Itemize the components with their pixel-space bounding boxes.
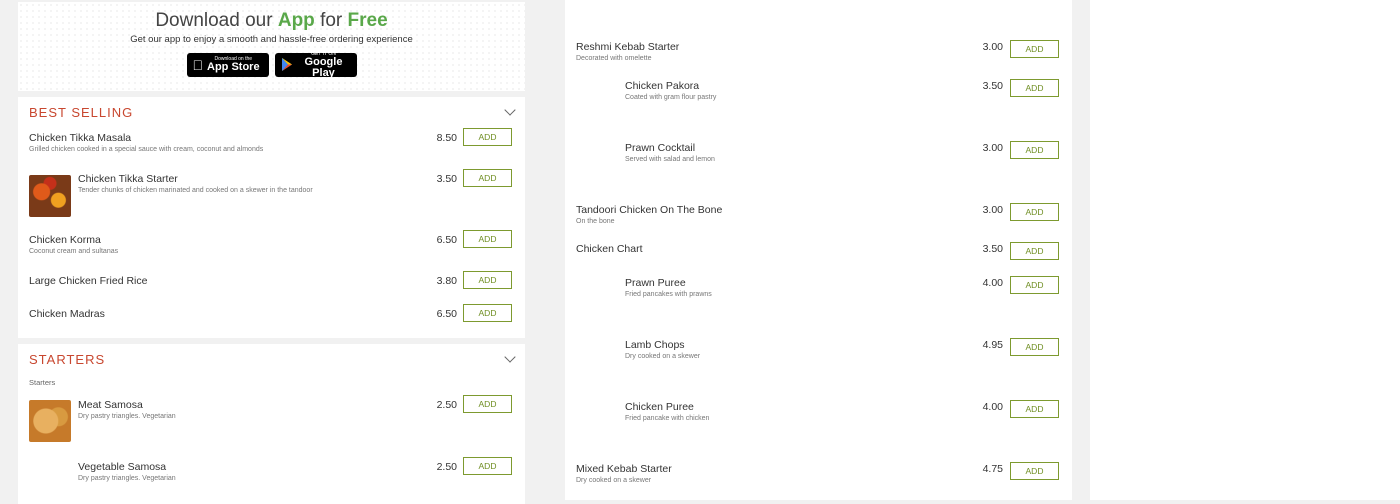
add-button[interactable]: ADD (463, 395, 512, 413)
app-store-button[interactable]:  Download on the App Store (186, 53, 269, 77)
item-price: 3.50 (982, 243, 1003, 255)
item-price: 3.00 (982, 41, 1003, 53)
item-price: 4.00 (982, 401, 1003, 413)
add-button[interactable]: ADD (463, 169, 512, 187)
banner-title: Download our App for Free (155, 10, 388, 31)
right-panel (1090, 0, 1400, 500)
right-column: Reshmi Kebab Starter Decorated with omel… (565, 0, 1072, 500)
item-name: Tandoori Chicken On The Bone (576, 204, 723, 216)
item-desc: On the bone (576, 218, 615, 225)
item-name: Chicken Puree (625, 401, 694, 413)
item-desc: Coconut cream and sultanas (29, 248, 119, 255)
item-price: 4.95 (982, 339, 1003, 351)
banner-subtitle: Get our app to enjoy a smooth and hassle… (130, 34, 413, 45)
add-button[interactable]: ADD (1010, 338, 1059, 356)
add-button[interactable]: ADD (1010, 79, 1059, 97)
apple-icon:  (193, 58, 204, 72)
item-price: 3.80 (436, 275, 457, 287)
item-desc: Dry cooked on a skewer (625, 353, 701, 360)
best-selling-section: BEST SELLING Chicken Tikka Masala Grille… (18, 97, 525, 338)
left-column: Download our App for Free Get our app to… (18, 0, 525, 504)
add-button[interactable]: ADD (463, 457, 512, 475)
item-price: 3.00 (982, 142, 1003, 154)
item-price: 4.00 (982, 277, 1003, 289)
item-name: Chicken Pakora (625, 80, 700, 92)
chevron-down-icon[interactable] (504, 104, 516, 116)
app-download-banner: Download our App for Free Get our app to… (18, 2, 525, 91)
add-button[interactable]: ADD (463, 304, 512, 322)
item-desc: Fried pancake with chicken (625, 415, 710, 422)
add-button[interactable]: ADD (1010, 141, 1059, 159)
item-desc: Fried pancakes with prawns (625, 291, 712, 298)
item-thumbnail[interactable] (29, 400, 71, 442)
add-button[interactable]: ADD (463, 128, 512, 146)
item-desc: Dry pastry triangles. Vegetarian (78, 413, 176, 420)
item-name: Chicken Chart (576, 243, 643, 255)
add-button[interactable]: ADD (1010, 203, 1059, 221)
item-price: 6.50 (436, 308, 457, 320)
best-selling-header[interactable]: BEST SELLING (18, 97, 525, 127)
starters-section: STARTERS Starters Meat Samosa Dry pastry… (18, 344, 525, 504)
item-desc: Coated with gram flour pastry (625, 94, 717, 101)
item-name: Mixed Kebab Starter (576, 463, 672, 475)
item-price: 2.50 (436, 399, 457, 411)
item-name: Chicken Tikka Masala (29, 132, 132, 144)
item-name: Large Chicken Fried Rice (29, 275, 148, 287)
item-price: 8.50 (436, 132, 457, 144)
add-button[interactable]: ADD (1010, 242, 1059, 260)
item-name: Lamb Chops (625, 339, 685, 351)
starters-header[interactable]: STARTERS (18, 344, 525, 374)
item-price: 6.50 (436, 234, 457, 246)
item-name: Vegetable Samosa (78, 461, 167, 473)
item-name: Chicken Tikka Starter (78, 173, 178, 185)
google-play-button[interactable]: GET IT ON Google Play (274, 51, 357, 78)
item-name: Reshmi Kebab Starter (576, 41, 680, 53)
add-button[interactable]: ADD (1010, 462, 1059, 480)
item-desc: Dry pastry triangles. Vegetarian (78, 475, 176, 482)
item-desc: Grilled chicken cooked in a special sauc… (29, 146, 264, 153)
item-price: 3.50 (982, 80, 1003, 92)
item-price: 2.50 (436, 461, 457, 473)
item-name: Chicken Korma (29, 234, 101, 246)
item-price: 4.75 (982, 463, 1003, 475)
item-price: 3.00 (982, 204, 1003, 216)
item-name: Chicken Madras (29, 308, 105, 320)
item-name: Prawn Cocktail (625, 142, 696, 154)
add-button[interactable]: ADD (463, 230, 512, 248)
add-button[interactable]: ADD (463, 271, 512, 289)
item-desc: Dry cooked on a skewer (576, 477, 652, 484)
item-desc: Served with salad and lemon (625, 156, 715, 163)
section-note: Starters (29, 378, 56, 387)
item-price: 3.50 (436, 173, 457, 185)
add-button[interactable]: ADD (1010, 276, 1059, 294)
section-title: STARTERS (29, 351, 106, 367)
item-name: Prawn Puree (625, 277, 686, 289)
item-desc: Tender chunks of chicken marinated and c… (78, 187, 313, 194)
section-title: BEST SELLING (29, 104, 134, 120)
add-button[interactable]: ADD (1010, 400, 1059, 418)
item-desc: Decorated with omelette (576, 55, 652, 62)
chevron-down-icon[interactable] (504, 351, 516, 363)
google-play-icon (281, 57, 293, 73)
item-thumbnail[interactable] (29, 175, 71, 217)
item-name: Meat Samosa (78, 399, 143, 411)
add-button[interactable]: ADD (1010, 40, 1059, 58)
